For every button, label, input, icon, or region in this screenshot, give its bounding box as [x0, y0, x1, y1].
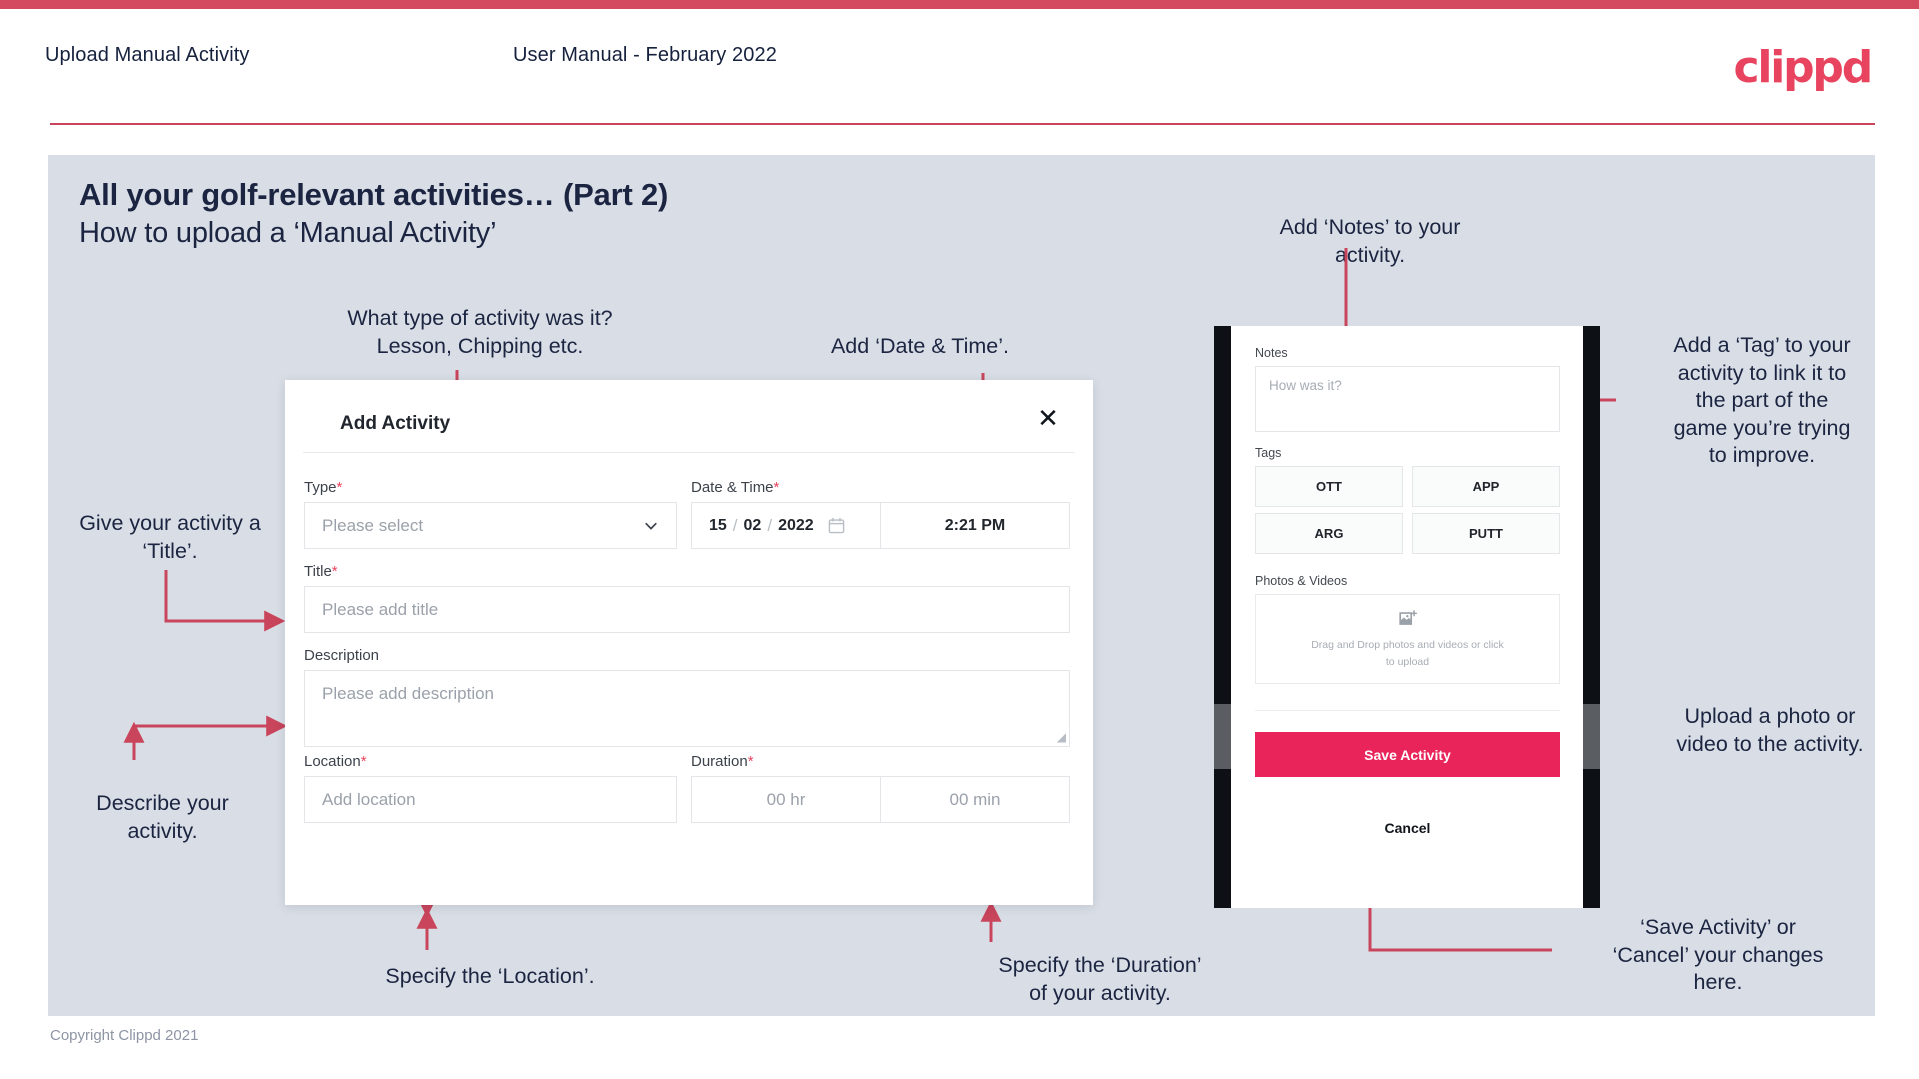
date-year: 2022: [778, 516, 814, 534]
top-accent-stripe: [0, 0, 1919, 9]
date-day: 15: [709, 516, 727, 534]
duration-label: Duration*: [691, 753, 754, 770]
annotation-location: Specify the ‘Location’.: [385, 964, 595, 988]
type-placeholder: Please select: [322, 515, 424, 535]
annotation-notes: Add ‘Notes’ to your activity.: [1279, 215, 1461, 267]
image-add-icon: [1398, 610, 1417, 626]
cancel-button[interactable]: Cancel: [1255, 816, 1560, 840]
annotation-duration: Specify the ‘Duration’ of your activity.: [998, 953, 1202, 1005]
slide-root: Upload Manual Activity User Manual - Feb…: [0, 0, 1919, 1079]
location-label: Location*: [304, 753, 367, 770]
add-activity-modal: Add Activity ✕ Type* Please select Date …: [285, 380, 1093, 905]
chevron-down-icon: [645, 522, 657, 530]
phone-divider: [1255, 710, 1560, 711]
title-label-text: Title: [304, 563, 332, 580]
type-label: Type*: [304, 479, 342, 496]
phone-mockup: Notes How was it? Tags OTT APP ARG PUTT …: [1214, 326, 1600, 908]
type-select[interactable]: Please select: [304, 502, 677, 549]
location-label-text: Location: [304, 753, 361, 770]
time-input[interactable]: 2:21 PM: [880, 502, 1070, 549]
annotation-datetime: Add ‘Date & Time’.: [830, 334, 1010, 358]
duration-label-text: Duration: [691, 753, 748, 770]
clippd-logo: clippd: [1733, 42, 1873, 93]
photos-videos-label: Photos & Videos: [1255, 574, 1348, 588]
annotation-description: Describe your activity.: [96, 791, 229, 843]
duration-minutes-input[interactable]: 00 min: [880, 776, 1070, 823]
phone-screen: Notes How was it? Tags OTT APP ARG PUTT …: [1231, 326, 1583, 908]
location-input[interactable]: Add location: [304, 776, 677, 823]
save-activity-button[interactable]: Save Activity: [1255, 732, 1560, 777]
datetime-label: Date & Time*: [691, 479, 779, 496]
annotation-save-cancel: ‘Save Activity’ or ‘Cancel’ your changes…: [1612, 915, 1824, 995]
type-label-text: Type: [304, 479, 337, 496]
type-required-mark: *: [336, 479, 343, 496]
annotation-upload: Upload a photo or video to the activity.: [1676, 704, 1864, 756]
phone-side-button-left: [1214, 704, 1231, 769]
modal-title: Add Activity: [340, 413, 451, 434]
resize-grip-icon[interactable]: ◢: [1057, 730, 1066, 744]
slide-subheading: How to upload a ‘Manual Activity’: [79, 217, 497, 249]
copyright-text: Copyright Clippd 2021: [50, 1027, 199, 1044]
tag-button-ott[interactable]: OTT: [1255, 466, 1403, 507]
datetime-label-text: Date & Time: [691, 479, 774, 496]
title-input[interactable]: Please add title: [304, 586, 1070, 633]
tags-label: Tags: [1255, 446, 1282, 460]
slide-heading: All your golf-relevant activities… (Part…: [79, 177, 669, 212]
description-textarea[interactable]: Please add description ◢: [304, 670, 1070, 747]
date-input[interactable]: 15 / 02 / 2022: [691, 502, 881, 549]
annotation-title: Give your activity a ‘Title’.: [79, 511, 261, 563]
annotation-tags: Add a ‘Tag’ to your activity to link it …: [1673, 333, 1851, 468]
photo-video-dropzone[interactable]: Drag and Drop photos and videos or click…: [1255, 594, 1560, 684]
location-required-mark: *: [360, 753, 367, 770]
annotation-type: What type of activity was it? Lesson, Ch…: [347, 306, 613, 358]
notes-textarea[interactable]: How was it?: [1255, 366, 1560, 432]
date-sep-1: /: [732, 515, 738, 535]
phone-side-button-right: [1583, 704, 1600, 769]
document-subtitle: User Manual - February 2022: [513, 44, 777, 66]
page-title: Upload Manual Activity: [45, 44, 250, 66]
close-icon[interactable]: ✕: [1031, 402, 1065, 436]
dropzone-text: Drag and Drop photos and videos or click…: [1311, 639, 1504, 668]
description-placeholder: Please add description: [322, 684, 495, 703]
date-sep-2: /: [767, 515, 773, 535]
calendar-icon[interactable]: [828, 517, 845, 534]
title-required-mark: *: [331, 563, 338, 580]
title-label: Title*: [304, 563, 338, 580]
date-month: 02: [743, 516, 762, 534]
duration-hours-input[interactable]: 00 hr: [691, 776, 881, 823]
notes-label: Notes: [1255, 346, 1288, 360]
duration-required-mark: *: [747, 753, 754, 770]
tag-button-arg[interactable]: ARG: [1255, 513, 1403, 554]
header-divider: [50, 123, 1875, 125]
tag-button-putt[interactable]: PUTT: [1412, 513, 1560, 554]
datetime-required-mark: *: [773, 479, 780, 496]
description-label: Description: [304, 647, 380, 664]
modal-divider: [303, 452, 1075, 453]
tag-button-app[interactable]: APP: [1412, 466, 1560, 507]
